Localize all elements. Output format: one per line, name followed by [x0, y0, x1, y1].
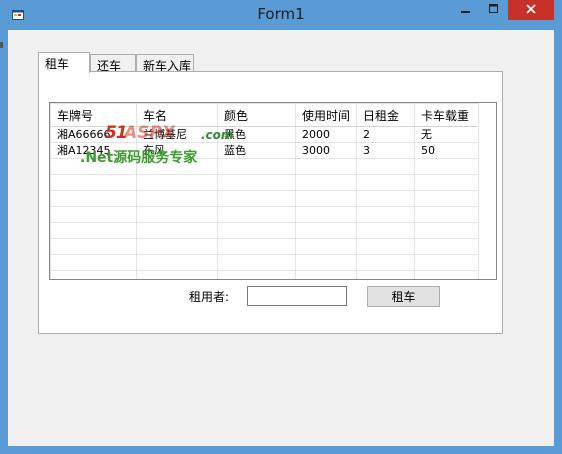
table-row[interactable]: 湘A12345 东风 蓝色 3000 3 50: [50, 142, 481, 159]
rent-button[interactable]: 租车: [367, 286, 440, 307]
close-icon: [526, 3, 536, 17]
cell-name[interactable]: 东风: [136, 142, 218, 159]
car-grid[interactable]: 车牌号 车名 颜色 使用时间 日租金 卡车载重 湘A66666 兰博基尼 黑色: [49, 102, 497, 280]
tab-new-car[interactable]: 新车入库: [136, 54, 194, 73]
cell-load[interactable]: 无: [414, 126, 481, 143]
cell-daily-rent[interactable]: 2: [356, 126, 415, 143]
grid-header-row: 车牌号 车名 颜色 使用时间 日租金 卡车载重: [50, 103, 481, 127]
minimize-button[interactable]: [452, 0, 480, 20]
column-header-plate[interactable]: 车牌号: [50, 103, 137, 127]
cell-plate[interactable]: 湘A66666: [50, 126, 137, 143]
renter-input[interactable]: [247, 286, 347, 306]
maximize-button[interactable]: [480, 0, 508, 20]
column-header-color[interactable]: 颜色: [217, 103, 296, 127]
car-table: 车牌号 车名 颜色 使用时间 日租金 卡车载重 湘A66666 兰博基尼 黑色: [50, 103, 481, 279]
cell-daily-rent[interactable]: 3: [356, 142, 415, 159]
empty-row: [50, 190, 481, 207]
column-header-daily-rent[interactable]: 日租金: [356, 103, 415, 127]
tab-return[interactable]: 还车: [90, 54, 136, 73]
cell-load[interactable]: 50: [414, 142, 481, 159]
column-header-load[interactable]: 卡车载重: [414, 103, 481, 127]
cell-color[interactable]: 黑色: [217, 126, 296, 143]
renter-label: 租用者:: [189, 290, 230, 304]
cell-plate[interactable]: 湘A12345: [50, 142, 137, 159]
cell-usage[interactable]: 3000: [295, 142, 357, 159]
title-bar[interactable]: Form1: [0, 0, 562, 30]
empty-row: [50, 158, 481, 175]
empty-row: [50, 270, 481, 279]
empty-row: [50, 206, 481, 223]
empty-row: [50, 238, 481, 255]
window-edge-marker: [0, 42, 3, 48]
table-row[interactable]: 湘A66666 兰博基尼 黑色 2000 2 无: [50, 126, 481, 143]
window-frame: Form1 租车 还车 新车入库 车牌号 车名 颜色 使用时间 日租金 卡车载重…: [0, 0, 562, 454]
empty-row: [50, 254, 481, 271]
column-header-usage[interactable]: 使用时间: [295, 103, 357, 127]
empty-row: [50, 174, 481, 191]
cell-color[interactable]: 蓝色: [217, 142, 296, 159]
close-button[interactable]: [508, 0, 554, 20]
column-header-name[interactable]: 车名: [136, 103, 218, 127]
empty-row: [50, 222, 481, 239]
tab-rent[interactable]: 租车: [38, 52, 90, 73]
maximize-icon: [489, 3, 499, 17]
form-client-area: 租车 还车 新车入库 车牌号 车名 颜色 使用时间 日租金 卡车载重 湘A666…: [8, 30, 554, 446]
minimize-icon: [461, 3, 471, 17]
cell-usage[interactable]: 2000: [295, 126, 357, 143]
cell-name[interactable]: 兰博基尼: [136, 126, 218, 143]
tab-page-rent: 车牌号 车名 颜色 使用时间 日租金 卡车载重 湘A66666 兰博基尼 黑色: [38, 71, 503, 334]
grid-scrollbar[interactable]: [478, 103, 496, 279]
